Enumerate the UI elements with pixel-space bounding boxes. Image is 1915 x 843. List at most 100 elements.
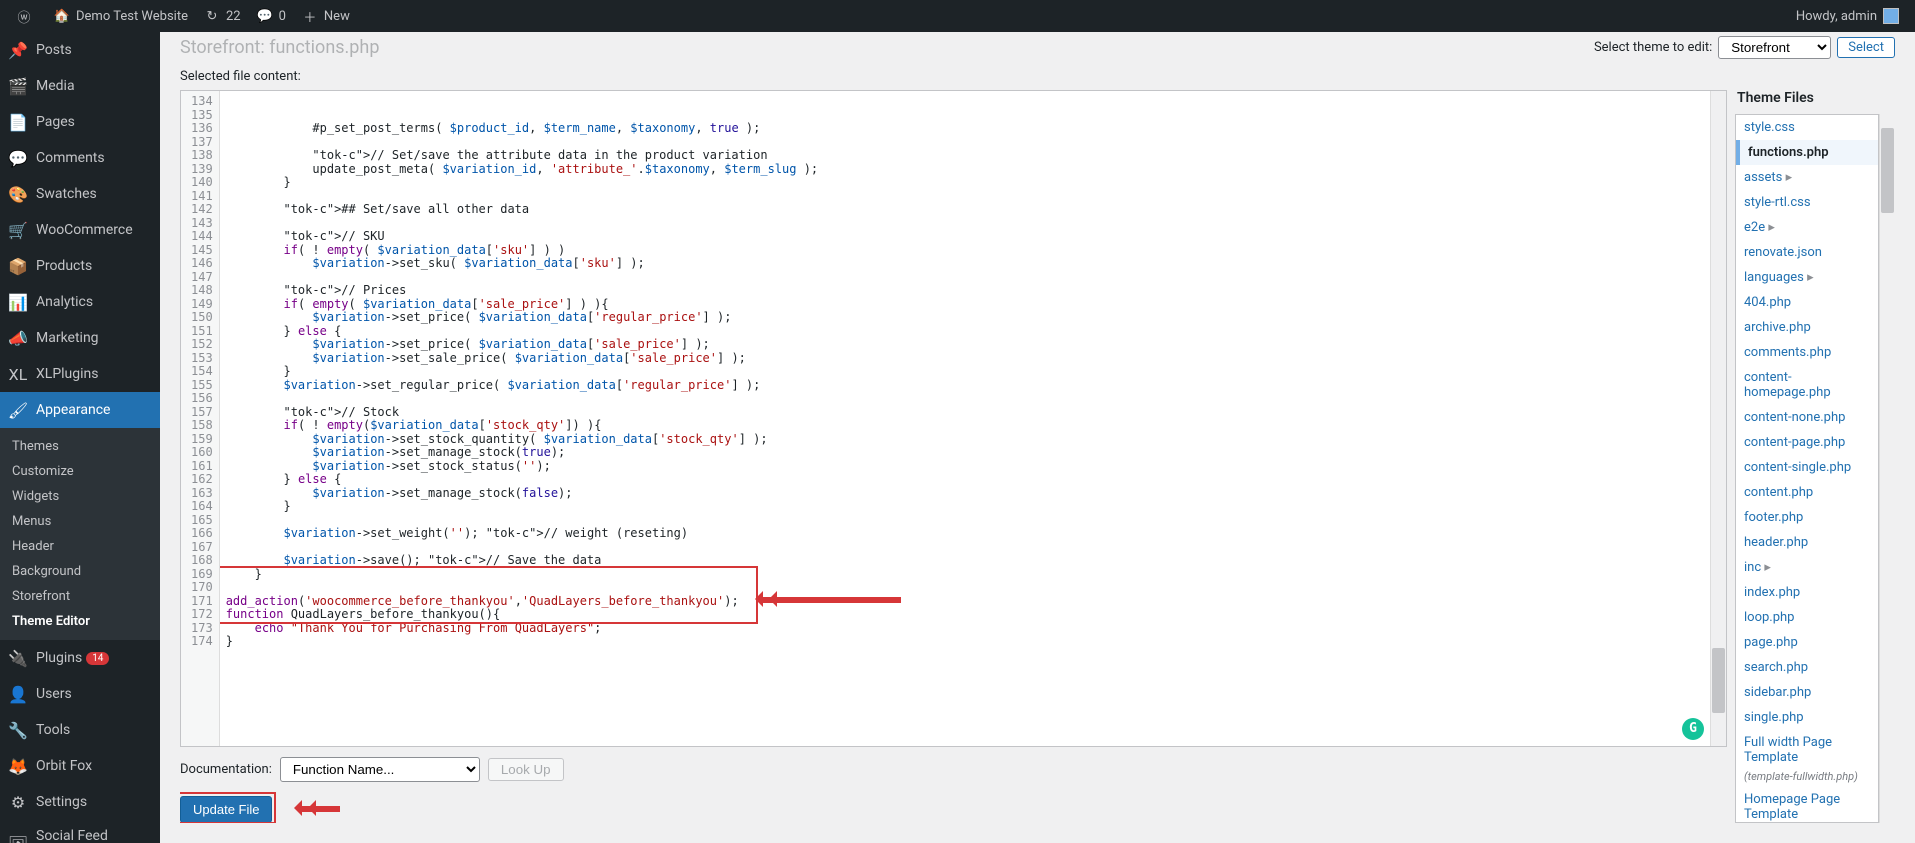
- theme-file-footer-php[interactable]: footer.php: [1736, 505, 1878, 530]
- code-line[interactable]: }: [226, 500, 1704, 514]
- theme-file-page-php[interactable]: page.php: [1736, 630, 1878, 655]
- code-line[interactable]: if( ! empty( $variation_data['sku'] ) ): [226, 244, 1704, 258]
- code-line[interactable]: }: [226, 176, 1704, 190]
- files-scrollbar[interactable]: [1879, 114, 1895, 823]
- code-line[interactable]: [226, 190, 1704, 204]
- theme-file-single-php[interactable]: single.php: [1736, 705, 1878, 730]
- code-line[interactable]: $variation->set_price( $variation_data['…: [226, 311, 1704, 325]
- code-line[interactable]: "tok-c">// Prices: [226, 284, 1704, 298]
- submenu-widgets[interactable]: Widgets: [0, 484, 160, 509]
- theme-file-search-php[interactable]: search.php: [1736, 655, 1878, 680]
- code-line[interactable]: $variation->set_manage_stock(true);: [226, 446, 1704, 460]
- theme-file-assets[interactable]: assets: [1736, 165, 1878, 190]
- sidebar-item-xlplugins[interactable]: XLXLPlugins: [0, 356, 160, 392]
- code-line[interactable]: [226, 136, 1704, 150]
- theme-file-archive-php[interactable]: archive.php: [1736, 315, 1878, 340]
- theme-file-content-single-php[interactable]: content-single.php: [1736, 455, 1878, 480]
- sidebar-item-posts[interactable]: 📌Posts: [0, 32, 160, 68]
- code-line[interactable]: if( ! empty($variation_data['stock_qty']…: [226, 419, 1704, 433]
- function-select[interactable]: Function Name...: [280, 757, 480, 782]
- code-line[interactable]: } else {: [226, 473, 1704, 487]
- submenu-customize[interactable]: Customize: [0, 459, 160, 484]
- wp-logo[interactable]: ⓦ: [8, 0, 46, 32]
- code-line[interactable]: #p_set_post_terms( $product_id, $term_na…: [226, 122, 1704, 136]
- theme-file-functions-php[interactable]: functions.php: [1736, 140, 1878, 165]
- theme-file-header-php[interactable]: header.php: [1736, 530, 1878, 555]
- sidebar-item-products[interactable]: 📦Products: [0, 248, 160, 284]
- sidebar-item-pages[interactable]: 📄Pages: [0, 104, 160, 140]
- theme-file-404-php[interactable]: 404.php: [1736, 290, 1878, 315]
- theme-file-content-php[interactable]: content.php: [1736, 480, 1878, 505]
- editor-scrollbar[interactable]: [1710, 91, 1726, 746]
- theme-file-content-none-php[interactable]: content-none.php: [1736, 405, 1878, 430]
- sidebar-item-users[interactable]: 👤Users: [0, 676, 160, 712]
- theme-file-homepage-page-template[interactable]: Homepage Page Template: [1736, 787, 1878, 823]
- code-line[interactable]: $variation->set_sale_price( $variation_d…: [226, 352, 1704, 366]
- sidebar-item-tools[interactable]: 🔧Tools: [0, 712, 160, 748]
- submenu-themes[interactable]: Themes: [0, 434, 160, 459]
- code-line[interactable]: "tok-c">## Set/save all other data: [226, 203, 1704, 217]
- code-line[interactable]: $variation->set_weight(''); "tok-c">// w…: [226, 527, 1704, 541]
- theme-file-inc[interactable]: inc: [1736, 555, 1878, 580]
- theme-file-index-php[interactable]: index.php: [1736, 580, 1878, 605]
- code-line[interactable]: echo "Thank You for Purchasing From Quad…: [226, 622, 1704, 636]
- sidebar-item-woocommerce[interactable]: 🛒WooCommerce: [0, 212, 160, 248]
- theme-file-content-homepage-php[interactable]: content-homepage.php: [1736, 365, 1878, 405]
- sidebar-item-comments[interactable]: 💬Comments: [0, 140, 160, 176]
- code-line[interactable]: $variation->set_price( $variation_data['…: [226, 338, 1704, 352]
- sidebar-item-settings[interactable]: ⚙Settings: [0, 784, 160, 820]
- updates[interactable]: ↻22: [196, 0, 249, 32]
- theme-file-languages[interactable]: languages: [1736, 265, 1878, 290]
- code-line[interactable]: }: [226, 635, 1704, 649]
- code-line[interactable]: update_post_meta( $variation_id, 'attrib…: [226, 163, 1704, 177]
- code-line[interactable]: "tok-c">// Stock: [226, 406, 1704, 420]
- code-line[interactable]: }: [226, 568, 1704, 582]
- theme-file-style-rtl-css[interactable]: style-rtl.css: [1736, 190, 1878, 215]
- sidebar-item-social-feed-gallery[interactable]: 🖼Social Feed Gallery: [0, 820, 160, 843]
- theme-file-loop-php[interactable]: loop.php: [1736, 605, 1878, 630]
- code-area[interactable]: #p_set_post_terms( $product_id, $term_na…: [220, 91, 1710, 746]
- sidebar-item-plugins[interactable]: 🔌Plugins14: [0, 640, 160, 676]
- sidebar-item-analytics[interactable]: 📊Analytics: [0, 284, 160, 320]
- code-line[interactable]: if( empty( $variation_data['sale_price']…: [226, 298, 1704, 312]
- theme-file-e2e[interactable]: e2e: [1736, 215, 1878, 240]
- submenu-background[interactable]: Background: [0, 559, 160, 584]
- code-line[interactable]: [226, 649, 1704, 663]
- sidebar-item-appearance[interactable]: 🖌Appearance: [0, 392, 160, 428]
- comments[interactable]: 💬0: [249, 0, 294, 32]
- submenu-storefront[interactable]: Storefront: [0, 584, 160, 609]
- code-line[interactable]: $variation->set_stock_quantity( $variati…: [226, 433, 1704, 447]
- code-line[interactable]: function QuadLayers_before_thankyou(){: [226, 608, 1704, 622]
- code-line[interactable]: $variation->save(); "tok-c">// Save the …: [226, 554, 1704, 568]
- sidebar-item-marketing[interactable]: 📣Marketing: [0, 320, 160, 356]
- code-line[interactable]: $variation->set_sku( $variation_data['sk…: [226, 257, 1704, 271]
- sidebar-item-orbit-fox[interactable]: 🦊Orbit Fox: [0, 748, 160, 784]
- code-line[interactable]: [226, 541, 1704, 555]
- select-button[interactable]: Select: [1837, 37, 1895, 58]
- code-line[interactable]: [226, 662, 1704, 676]
- submenu-menus[interactable]: Menus: [0, 509, 160, 534]
- code-editor[interactable]: 1341351361371381391401411421431441451461…: [180, 90, 1727, 747]
- my-account[interactable]: Howdy, admin: [1788, 0, 1907, 32]
- code-line[interactable]: $variation->set_regular_price( $variatio…: [226, 379, 1704, 393]
- lookup-button[interactable]: Look Up: [488, 758, 564, 781]
- sidebar-item-media[interactable]: 🎬Media: [0, 68, 160, 104]
- theme-file-sidebar-php[interactable]: sidebar.php: [1736, 680, 1878, 705]
- sidebar-item-swatches[interactable]: 🎨Swatches: [0, 176, 160, 212]
- new-content[interactable]: ＋New: [294, 0, 358, 32]
- submenu-header[interactable]: Header: [0, 534, 160, 559]
- code-line[interactable]: [226, 271, 1704, 285]
- theme-select[interactable]: Storefront: [1718, 36, 1831, 59]
- code-line[interactable]: [226, 514, 1704, 528]
- code-line[interactable]: [226, 581, 1704, 595]
- theme-file-content-page-php[interactable]: content-page.php: [1736, 430, 1878, 455]
- code-line[interactable]: } else {: [226, 325, 1704, 339]
- code-line[interactable]: [226, 392, 1704, 406]
- code-line[interactable]: [226, 217, 1704, 231]
- theme-file-renovate-json[interactable]: renovate.json: [1736, 240, 1878, 265]
- code-line[interactable]: }: [226, 365, 1704, 379]
- submenu-theme-editor[interactable]: Theme Editor: [0, 609, 160, 634]
- code-line[interactable]: add_action('woocommerce_before_thankyou'…: [226, 595, 1704, 609]
- code-line[interactable]: $variation->set_manage_stock(false);: [226, 487, 1704, 501]
- code-line[interactable]: $variation->set_stock_status('');: [226, 460, 1704, 474]
